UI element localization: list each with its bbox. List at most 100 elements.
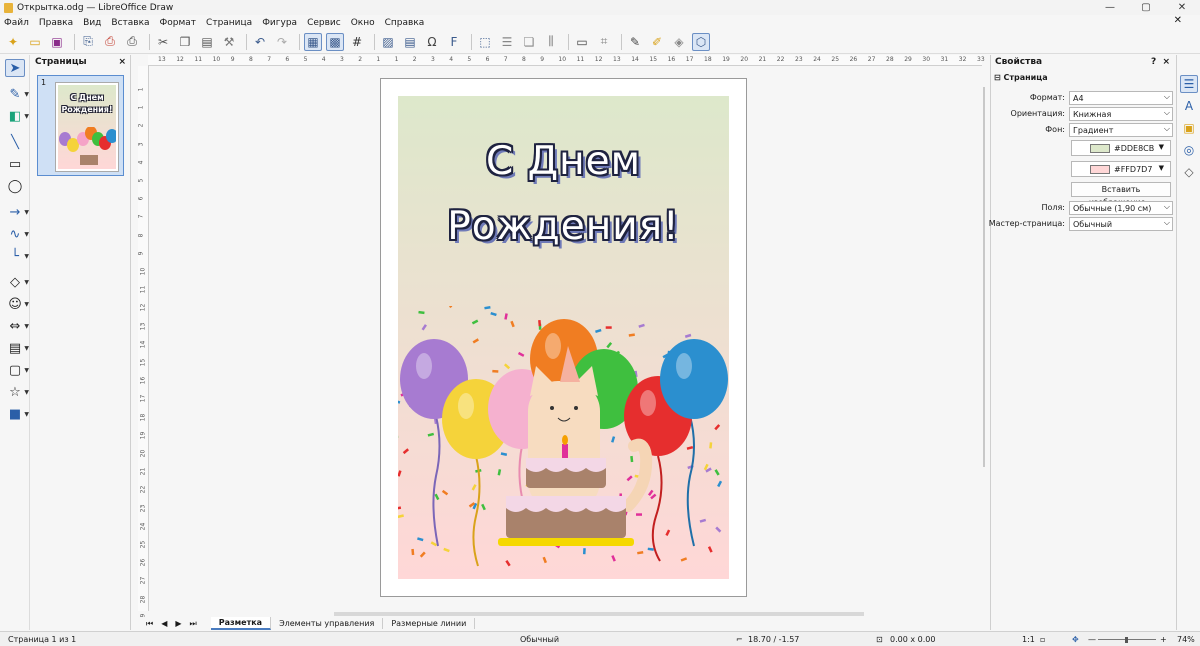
tab-dimension-lines[interactable]: Размерные линии [383,618,476,629]
image-icon[interactable]: ▨ [379,33,397,51]
select-tool-icon[interactable]: ➤ [5,59,25,77]
textbox-icon[interactable]: ▤ [401,33,419,51]
export-icon[interactable]: ⎘ [79,33,97,51]
orientation-select[interactable]: Книжная [1069,107,1173,121]
line-color-icon[interactable]: ✎ ▼ [5,85,29,103]
gradient-color-2-picker[interactable]: #FFD7D7 ▼ [1071,161,1171,177]
horizontal-scrollbar[interactable] [334,612,864,616]
toggle-extrusion-icon[interactable]: ◈ [670,33,688,51]
clone-formatting-icon[interactable]: ⚒ [220,33,238,51]
card-title-line1[interactable]: С Днем [398,139,729,184]
save-icon[interactable]: ▣ [48,33,66,51]
next-tab-button[interactable]: ▶ [175,619,181,629]
insert-image-button[interactable]: Вставить изображение... [1071,182,1171,207]
points-icon[interactable]: ✎ [626,33,644,51]
menu-edit[interactable]: Правка [39,18,73,28]
new-icon[interactable]: ✦ [4,33,22,51]
status-zoom[interactable]: 74% [1177,635,1195,644]
align-icon[interactable]: ☰ [498,33,516,51]
crop-icon[interactable]: ⌗ [595,33,613,51]
export-pdf-icon[interactable]: ⎙ [101,33,119,51]
close-window-button[interactable]: ✕ [1164,0,1200,15]
print-icon[interactable]: ⎙ [123,33,141,51]
undo-icon[interactable]: ↶ [251,33,269,51]
helplines-icon[interactable]: ▩ [326,32,344,51]
copy-icon[interactable]: ❐ [176,33,194,51]
properties-close-icon[interactable]: × [1162,57,1170,67]
arrange-icon[interactable]: ❏ [520,33,538,51]
pages-panel-close-icon[interactable]: × [118,57,126,67]
fill-color-icon[interactable]: ◧ ▼ [5,107,29,125]
gradient-color-1-picker[interactable]: #DDE8CB ▼ [1071,140,1171,156]
menu-window[interactable]: Окно [351,18,375,28]
styles-deck-icon[interactable]: A [1180,97,1198,115]
menu-format[interactable]: Формат [160,18,197,28]
symbol-shapes-icon[interactable]: ☺ ▼ [5,295,29,313]
birthday-card[interactable]: С Днем Рождения! [398,96,729,579]
special-char-icon[interactable]: Ω [423,33,441,51]
properties-deck-icon[interactable]: ☰ [1180,75,1198,93]
zoom-in-button[interactable]: + [1160,635,1167,644]
close-document-icon[interactable]: ✕ [1174,15,1182,26]
cut-icon[interactable]: ✂ [154,33,172,51]
paste-icon[interactable]: ▤ [198,33,216,51]
arrow-line-icon[interactable]: → ▼ [5,203,29,221]
fit-page-icon[interactable]: ✥ [1072,635,1079,644]
vertical-ruler[interactable]: 1 1 2 3 4 5 6 7 8 9 10 11 12 13 14 15 16 17 18 19 20 21 22 23 24… [137,66,149,621]
menu-shape[interactable]: Фигура [262,18,297,28]
shapes-deck-icon[interactable]: ◇ [1180,163,1198,181]
menu-page[interactable]: Страница [206,18,252,28]
gallery-deck-icon[interactable]: ▣ [1180,119,1198,137]
select-shapes-icon[interactable]: ⬡ [692,32,710,51]
transformations-icon[interactable]: ⬚ [476,33,494,51]
stars-icon[interactable]: ☆ ▼ [5,383,29,401]
callouts-icon[interactable]: ▢ ▼ [5,361,29,379]
connector-tool-icon[interactable]: └ ▼ [5,247,29,265]
master-page-select[interactable]: Обычный [1069,217,1173,231]
grid-icon[interactable]: ▦ [304,32,322,51]
card-title-line2[interactable]: Рождения! [398,204,729,249]
fontwork-icon[interactable]: F [445,33,463,51]
tab-controls[interactable]: Элементы управления [271,618,384,629]
properties-help-icon[interactable]: ? [1151,57,1156,67]
flowchart-icon[interactable]: ▤ ▼ [5,339,29,357]
last-tab-button[interactable]: ⏭ [190,619,197,629]
block-arrows-icon[interactable]: ⇔ ▼ [5,317,29,335]
page-thumbnail[interactable]: 1 С Днем Рождения! [37,75,124,176]
page-section-header[interactable]: ⊟ Страница [994,73,1048,82]
zoom-slider[interactable] [1098,637,1156,643]
basic-shapes-icon[interactable]: ◇ ▼ [5,273,29,291]
snap-grid-icon[interactable]: # [348,33,366,51]
ellipse-tool-icon[interactable]: ◯ [5,177,25,195]
drawing-page[interactable]: С Днем Рождения! [380,78,747,597]
zoom-out-button[interactable]: — [1088,635,1096,644]
open-icon[interactable]: ▭ [26,33,44,51]
maximize-button[interactable]: ▢ [1128,0,1164,15]
horizontal-ruler[interactable]: 13 12 11 10 9 8 7 6 5 4 3 2 1 1 2 3 4 5 6 7 8 9 10 11 12 13 14 15 16… [148,55,985,66]
3d-objects-icon[interactable]: ■ ▼ [5,405,29,423]
rectangle-tool-icon[interactable]: ▭ [5,155,25,173]
background-select[interactable]: Градиент [1069,123,1173,137]
vertical-scrollbar[interactable] [982,67,986,467]
menu-view[interactable]: Вид [83,18,101,28]
curve-tool-icon[interactable]: ∿ ▼ [5,225,29,243]
menu-insert[interactable]: Вставка [111,18,149,28]
drawing-workspace[interactable]: 13 12 11 10 9 8 7 6 5 4 3 2 1 1 2 3 4 5 6 7 8 9 10 11 12 13 14 15 16… [137,55,985,630]
margins-select[interactable]: Обычные (1,90 см) [1069,201,1173,215]
ruler-tick-label: 31 [940,56,949,63]
navigator-deck-icon[interactable]: ◎ [1180,141,1198,159]
minimize-button[interactable]: — [1092,0,1128,15]
shadow-icon[interactable]: ▭ [573,33,591,51]
menu-tools[interactable]: Сервис [307,18,341,28]
tab-layout[interactable]: Разметка [210,617,272,630]
first-tab-button[interactable]: ⏮ [146,619,153,629]
birthday-illustration[interactable] [398,306,729,579]
redo-icon[interactable]: ↷ [273,33,291,51]
distribute-icon[interactable]: ⫼ [542,33,560,51]
format-select[interactable]: A4 [1069,91,1173,105]
prev-tab-button[interactable]: ◀ [161,619,167,629]
menu-help[interactable]: Справка [385,18,425,28]
line-tool-icon[interactable]: ╲ [5,133,25,151]
menu-file[interactable]: Файл [4,18,29,28]
glue-points-icon[interactable]: ✐ [648,33,666,51]
